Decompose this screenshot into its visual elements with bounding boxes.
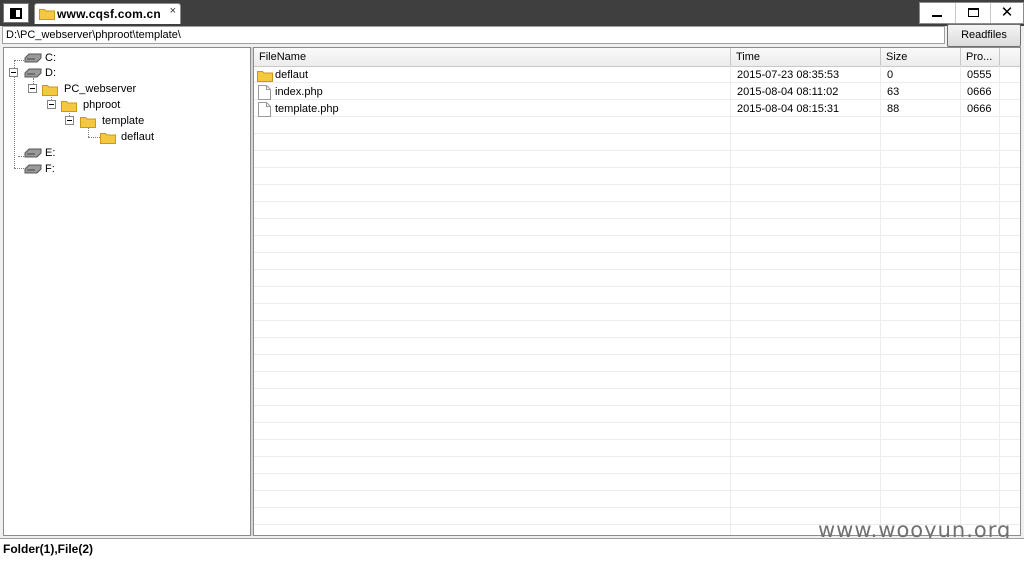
close-button[interactable]: ✕ [990, 3, 1024, 23]
list-header: FileName Time Size Pro... [254, 48, 1020, 67]
readfiles-button[interactable]: Readfiles [947, 24, 1021, 47]
minimize-button[interactable] [920, 3, 954, 23]
drive-icon [24, 53, 42, 63]
folder-icon [80, 117, 96, 128]
tree-label: phproot [83, 99, 121, 111]
file-list: FileName Time Size Pro... deflaut 2015-0… [253, 47, 1021, 536]
status-text: Folder(1),File(2) [3, 542, 94, 556]
cell-permission: 0666 [967, 103, 992, 115]
column-divider [960, 66, 961, 535]
minimize-icon [932, 15, 942, 17]
folder-tree: C: D: PC_webserver phproot template defl… [3, 47, 251, 536]
file-icon [258, 85, 271, 100]
cell-size: 63 [887, 86, 900, 98]
tree-label: PC_webserver [64, 83, 137, 95]
tab-close-icon[interactable]: × [170, 5, 176, 17]
path-bar: Readfiles [0, 24, 1024, 47]
column-header-pro[interactable]: Pro... [961, 48, 1000, 66]
folder-icon [42, 85, 58, 96]
app-menu-icon[interactable] [3, 3, 29, 23]
table-row[interactable]: deflaut 2015-07-23 08:35:53 0 0555 [254, 67, 1020, 84]
tree-collapse-toggle[interactable] [47, 100, 56, 109]
cell-filename: template.php [275, 103, 339, 115]
folder-icon [61, 101, 77, 112]
drive-icon [24, 68, 42, 78]
tab-active[interactable]: www.cqsf.com.cn × [34, 3, 181, 24]
folder-icon [39, 9, 55, 20]
table-row[interactable]: template.php 2015-08-04 08:15:31 88 0666 [254, 101, 1020, 118]
path-input[interactable] [2, 26, 945, 44]
tree-label: D: [45, 67, 56, 79]
tab-title: www.cqsf.com.cn [57, 7, 161, 21]
tree-label: F: [45, 163, 55, 175]
table-row[interactable]: index.php 2015-08-04 08:11:02 63 0666 [254, 84, 1020, 101]
tree-collapse-toggle[interactable] [28, 84, 37, 93]
cell-filename: deflaut [275, 69, 309, 81]
tree-connector [88, 137, 100, 138]
cell-time: 2015-07-23 08:35:53 [737, 69, 840, 81]
tree-label: C: [45, 52, 56, 64]
column-header-time[interactable]: Time [731, 48, 881, 66]
column-divider [880, 66, 881, 535]
file-icon [258, 102, 271, 117]
folder-icon [257, 71, 273, 82]
cell-time: 2015-08-04 08:11:02 [737, 86, 839, 98]
column-divider [999, 66, 1000, 535]
tree-label: template [102, 115, 145, 127]
tree-connector [14, 60, 24, 61]
tree-connector [14, 168, 24, 169]
column-divider [730, 66, 731, 535]
maximize-icon [968, 8, 979, 17]
tree-collapse-toggle[interactable] [9, 68, 18, 77]
drive-icon [24, 148, 42, 158]
tree-label: E: [45, 147, 56, 159]
window-controls: ✕ [919, 2, 1024, 24]
folder-icon [100, 133, 116, 144]
status-bar: Folder(1),File(2) [0, 538, 1024, 561]
cell-permission: 0666 [967, 86, 992, 98]
maximize-button[interactable] [955, 3, 991, 23]
column-header-size[interactable]: Size [881, 48, 961, 66]
drive-icon [24, 164, 42, 174]
cell-permission: 0555 [967, 69, 992, 81]
list-body: deflaut 2015-07-23 08:35:53 0 0555 index… [254, 66, 1020, 535]
column-header-filename[interactable]: FileName [254, 48, 731, 66]
cell-time: 2015-08-04 08:15:31 [737, 103, 840, 115]
tree-label: deflaut [121, 131, 155, 143]
cell-size: 0 [887, 69, 894, 81]
cell-size: 88 [887, 103, 900, 115]
title-bar: www.cqsf.com.cn × ✕ [0, 0, 1024, 26]
tree-collapse-toggle[interactable] [65, 116, 74, 125]
cell-filename: index.php [275, 86, 323, 98]
